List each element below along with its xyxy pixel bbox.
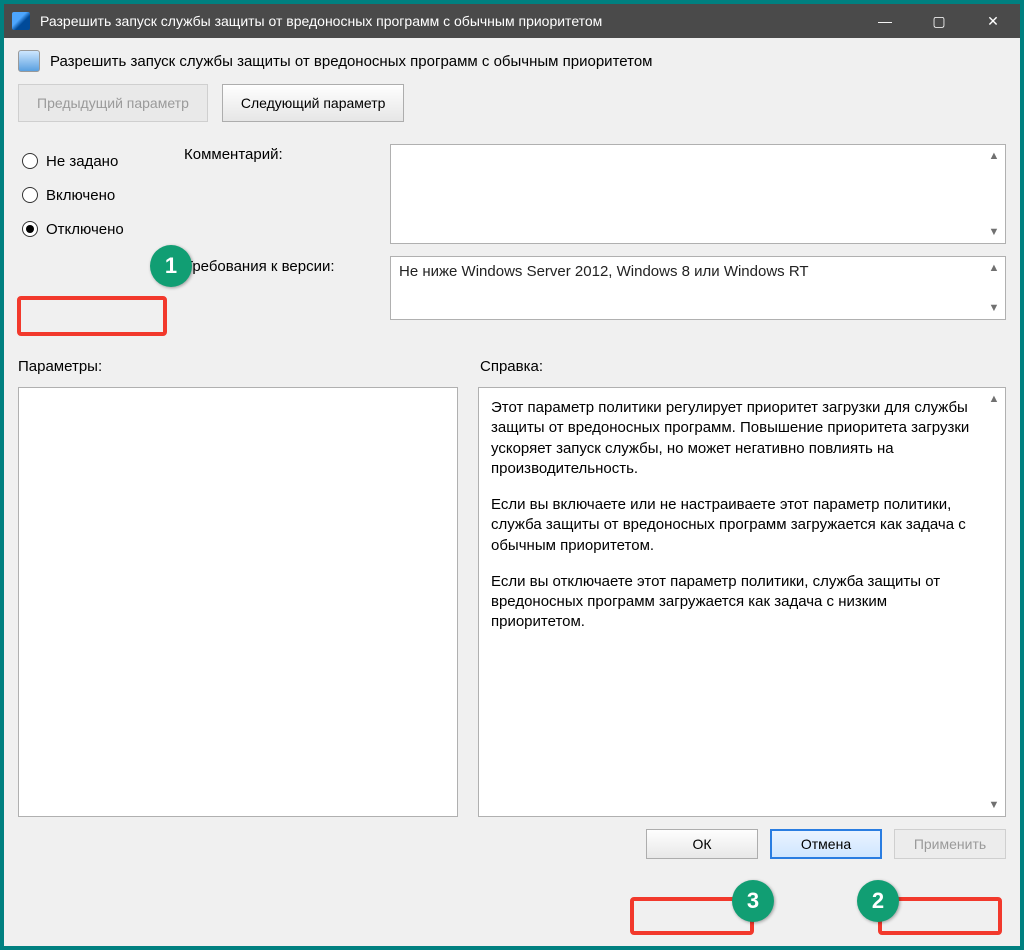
annotation-highlight-1: [17, 296, 167, 336]
apply-button[interactable]: Применить: [894, 829, 1006, 859]
radio-not-configured[interactable]: Не задано: [18, 144, 178, 178]
scroll-up-icon[interactable]: ▲: [985, 147, 1003, 165]
radio-label: Отключено: [46, 221, 124, 238]
page-title: Разрешить запуск службы защиты от вредон…: [50, 53, 652, 70]
app-icon: [12, 12, 30, 30]
annotation-badge-1: 1: [150, 245, 192, 287]
window-buttons: — ▢ ✕: [858, 4, 1020, 38]
titlebar: Разрешить запуск службы защиты от вредон…: [4, 4, 1020, 38]
help-paragraph: Этот параметр политики регулирует приори…: [491, 398, 979, 479]
close-button[interactable]: ✕: [966, 4, 1020, 38]
radio-icon: [22, 221, 38, 237]
radio-icon: [22, 153, 38, 169]
requirements-label: Требования к версии:: [184, 256, 384, 275]
help-label: Справка:: [480, 358, 1006, 375]
annotation-badge-2: 2: [857, 880, 899, 922]
cancel-button[interactable]: Отмена: [770, 829, 882, 859]
help-paragraph: Если вы включаете или не настраиваете эт…: [491, 495, 979, 556]
radio-label: Не задано: [46, 153, 118, 170]
parameters-label: Параметры:: [18, 358, 468, 375]
ok-button[interactable]: ОК: [646, 829, 758, 859]
requirements-value: Не ниже Windows Server 2012, Windows 8 и…: [399, 263, 809, 280]
annotation-badge-3: 3: [732, 880, 774, 922]
minimize-button[interactable]: —: [858, 4, 912, 38]
maximize-button[interactable]: ▢: [912, 4, 966, 38]
prev-setting-button: Предыдущий параметр: [18, 84, 208, 122]
radio-disabled[interactable]: Отключено: [18, 212, 178, 246]
comment-textbox[interactable]: ▲ ▼: [390, 144, 1006, 244]
scroll-up-icon[interactable]: ▲: [985, 390, 1003, 408]
radio-label: Включено: [46, 187, 115, 204]
client-area: Разрешить запуск службы защиты от вредон…: [4, 38, 1020, 946]
scroll-down-icon[interactable]: ▼: [985, 223, 1003, 241]
next-setting-button[interactable]: Следующий параметр: [222, 84, 405, 122]
comment-label: Комментарий:: [184, 144, 384, 163]
help-paragraph: Если вы отключаете этот параметр политик…: [491, 572, 979, 633]
scroll-down-icon[interactable]: ▼: [985, 299, 1003, 317]
requirements-textbox: Не ниже Windows Server 2012, Windows 8 и…: [390, 256, 1006, 320]
scroll-down-icon[interactable]: ▼: [985, 796, 1003, 814]
radio-enabled[interactable]: Включено: [18, 178, 178, 212]
scroll-up-icon[interactable]: ▲: [985, 259, 1003, 277]
help-box: Этот параметр политики регулирует приори…: [478, 387, 1006, 817]
window-title: Разрешить запуск службы защиты от вредон…: [40, 13, 858, 29]
parameters-box: [18, 387, 458, 817]
policy-icon: [18, 50, 40, 72]
radio-icon: [22, 187, 38, 203]
